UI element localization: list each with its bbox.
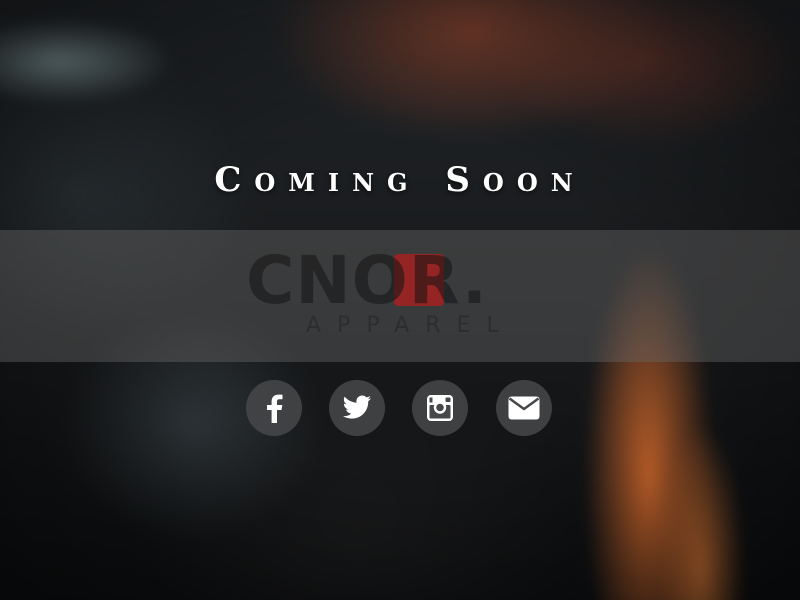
coming-soon-page: Coming Soon CNOR. APPAREL	[0, 0, 800, 600]
social-links	[246, 380, 556, 436]
email-button[interactable]	[496, 380, 552, 436]
instagram-button[interactable]	[412, 380, 468, 436]
instagram-icon	[426, 394, 454, 422]
facebook-icon	[263, 393, 285, 423]
coming-soon-heading: Coming Soon	[214, 160, 586, 200]
facebook-button[interactable]	[246, 380, 302, 436]
brand-logo: CNOR. APPAREL	[246, 248, 556, 342]
brand-tagline: APPAREL	[306, 313, 515, 338]
envelope-icon	[508, 396, 540, 420]
twitter-icon	[342, 395, 372, 421]
brand-name: CNOR.	[246, 242, 488, 319]
twitter-button[interactable]	[329, 380, 385, 436]
